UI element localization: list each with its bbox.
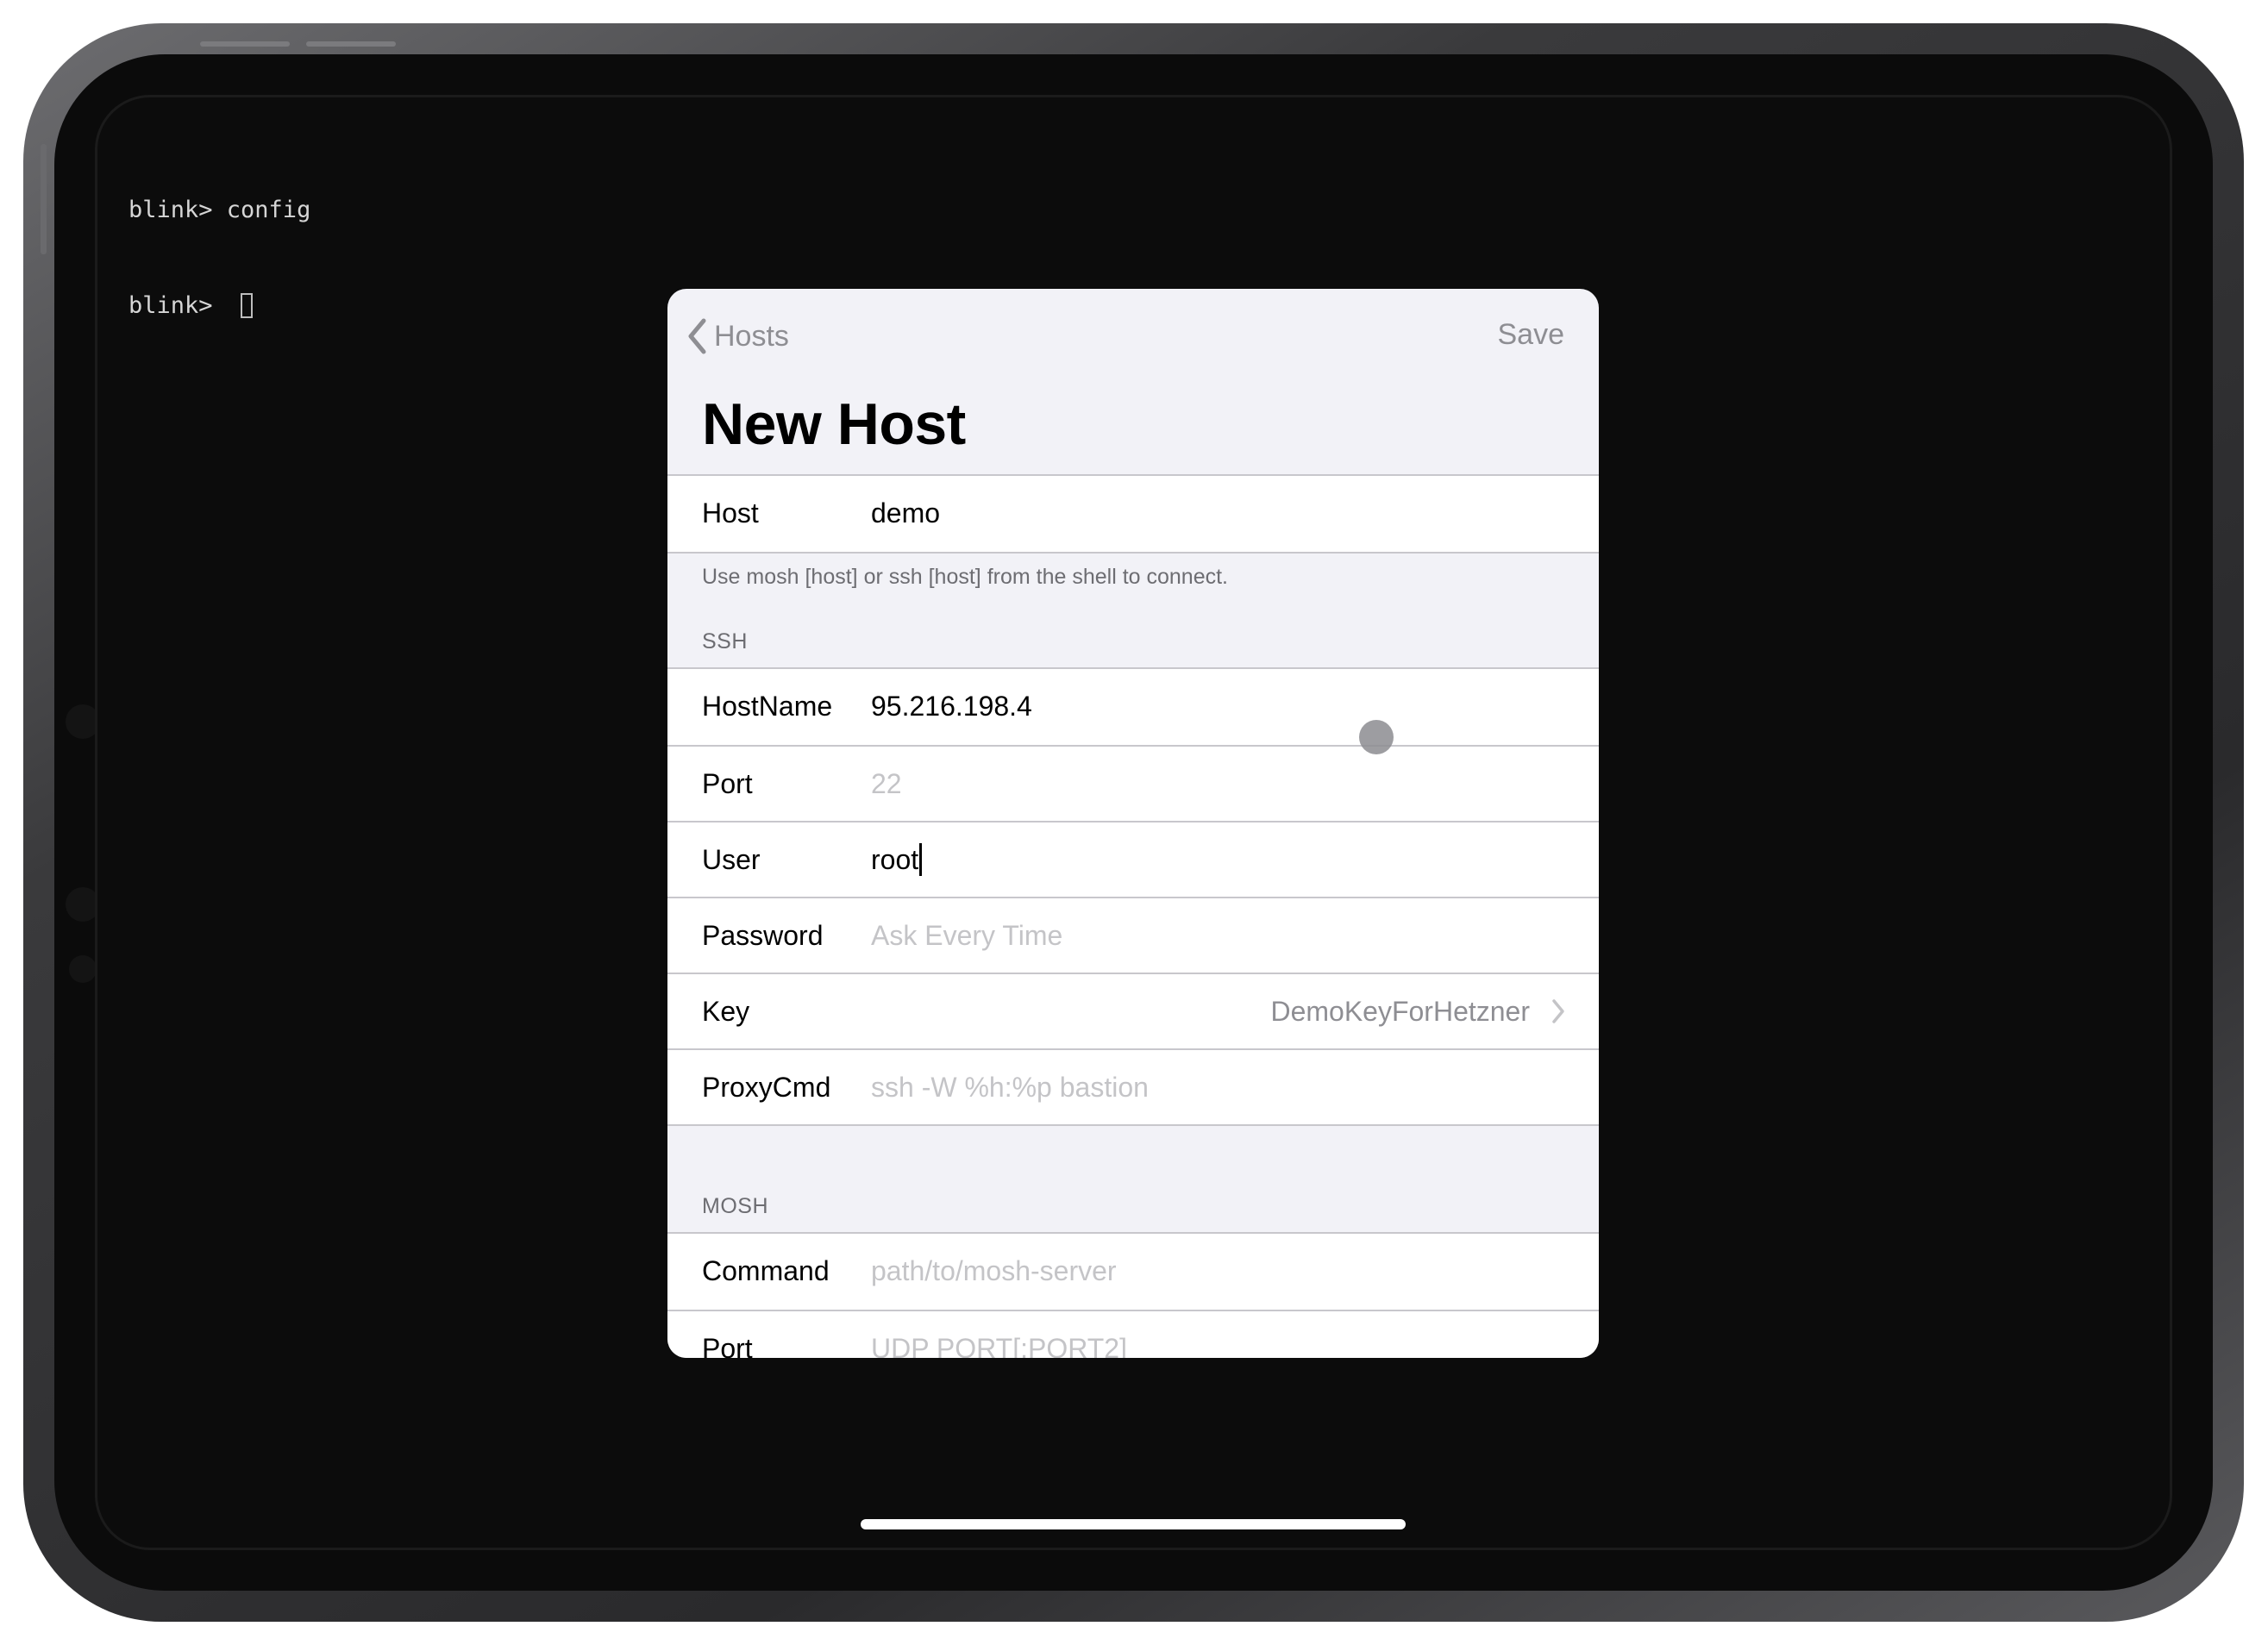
text-cursor xyxy=(919,843,923,876)
chevron-right-icon xyxy=(1552,999,1564,1023)
mosh-port-row[interactable]: Port UDP PORT[:PORT2] xyxy=(667,1310,1599,1358)
navigation-bar: Hosts Save New Host xyxy=(667,289,1599,474)
host-row[interactable]: Host demo xyxy=(667,476,1599,552)
terminal-prompt: blink> xyxy=(128,292,227,319)
hostname-row[interactable]: HostName 95.216.198.4 xyxy=(667,669,1599,745)
mosh-group: Command path/to/mosh-server Port UDP POR… xyxy=(667,1232,1599,1358)
save-button[interactable]: Save xyxy=(1498,318,1565,352)
mosh-command-label: Command xyxy=(702,1254,830,1286)
proxycmd-field[interactable]: ssh -W %h:%p bastion xyxy=(871,1050,1149,1124)
user-field[interactable]: root xyxy=(871,822,923,897)
host-footer-note: Use mosh [host] or ssh [host] from the s… xyxy=(702,565,1228,589)
back-button[interactable]: Hosts xyxy=(686,315,789,358)
mosh-section-header: MOSH xyxy=(702,1194,768,1218)
user-value: root xyxy=(871,843,919,875)
password-label: Password xyxy=(702,919,824,951)
terminal-line: blink> config xyxy=(128,197,311,223)
ssh-port-row[interactable]: Port 22 xyxy=(667,745,1599,821)
host-group: Host demo xyxy=(667,474,1599,554)
key-label: Key xyxy=(702,995,750,1027)
back-button-label: Hosts xyxy=(714,319,789,353)
user-row[interactable]: User root xyxy=(667,821,1599,897)
ssh-port-field[interactable]: 22 xyxy=(871,747,902,821)
key-row[interactable]: Key DemoKeyForHetzner xyxy=(667,973,1599,1048)
proxycmd-row[interactable]: ProxyCmd ssh -W %h:%p bastion xyxy=(667,1048,1599,1124)
host-field[interactable]: demo xyxy=(871,476,940,550)
chevron-left-icon xyxy=(688,318,706,354)
user-label: User xyxy=(702,843,761,875)
password-row[interactable]: Password Ask Every Time xyxy=(667,897,1599,973)
ssh-port-label: Port xyxy=(702,767,753,799)
password-field[interactable]: Ask Every Time xyxy=(871,898,1062,973)
mosh-port-field[interactable]: UDP PORT[:PORT2] xyxy=(871,1311,1127,1359)
ssh-group: HostName 95.216.198.4 Port 22 User root … xyxy=(667,667,1599,1126)
terminal-prompt-line: blink> xyxy=(128,290,310,322)
touch-indicator xyxy=(1359,720,1394,754)
hostname-field[interactable]: 95.216.198.4 xyxy=(871,669,1032,743)
proxycmd-label: ProxyCmd xyxy=(702,1071,831,1103)
key-value: DemoKeyForHetzner xyxy=(1270,995,1530,1027)
ssh-section-header: SSH xyxy=(702,629,748,654)
terminal-cursor xyxy=(240,293,253,318)
hostname-label: HostName xyxy=(702,690,833,722)
new-host-sheet: Hosts Save New Host Host demo Use mosh [… xyxy=(667,289,1599,1358)
terminal-output[interactable]: blink> config blink> xyxy=(128,130,310,385)
host-label: Host xyxy=(702,497,759,529)
page-title: New Host xyxy=(702,391,966,457)
home-indicator[interactable] xyxy=(861,1519,1406,1529)
mosh-command-field[interactable]: path/to/mosh-server xyxy=(871,1234,1117,1308)
mosh-command-row[interactable]: Command path/to/mosh-server xyxy=(667,1234,1599,1310)
mosh-port-label: Port xyxy=(702,1332,753,1359)
